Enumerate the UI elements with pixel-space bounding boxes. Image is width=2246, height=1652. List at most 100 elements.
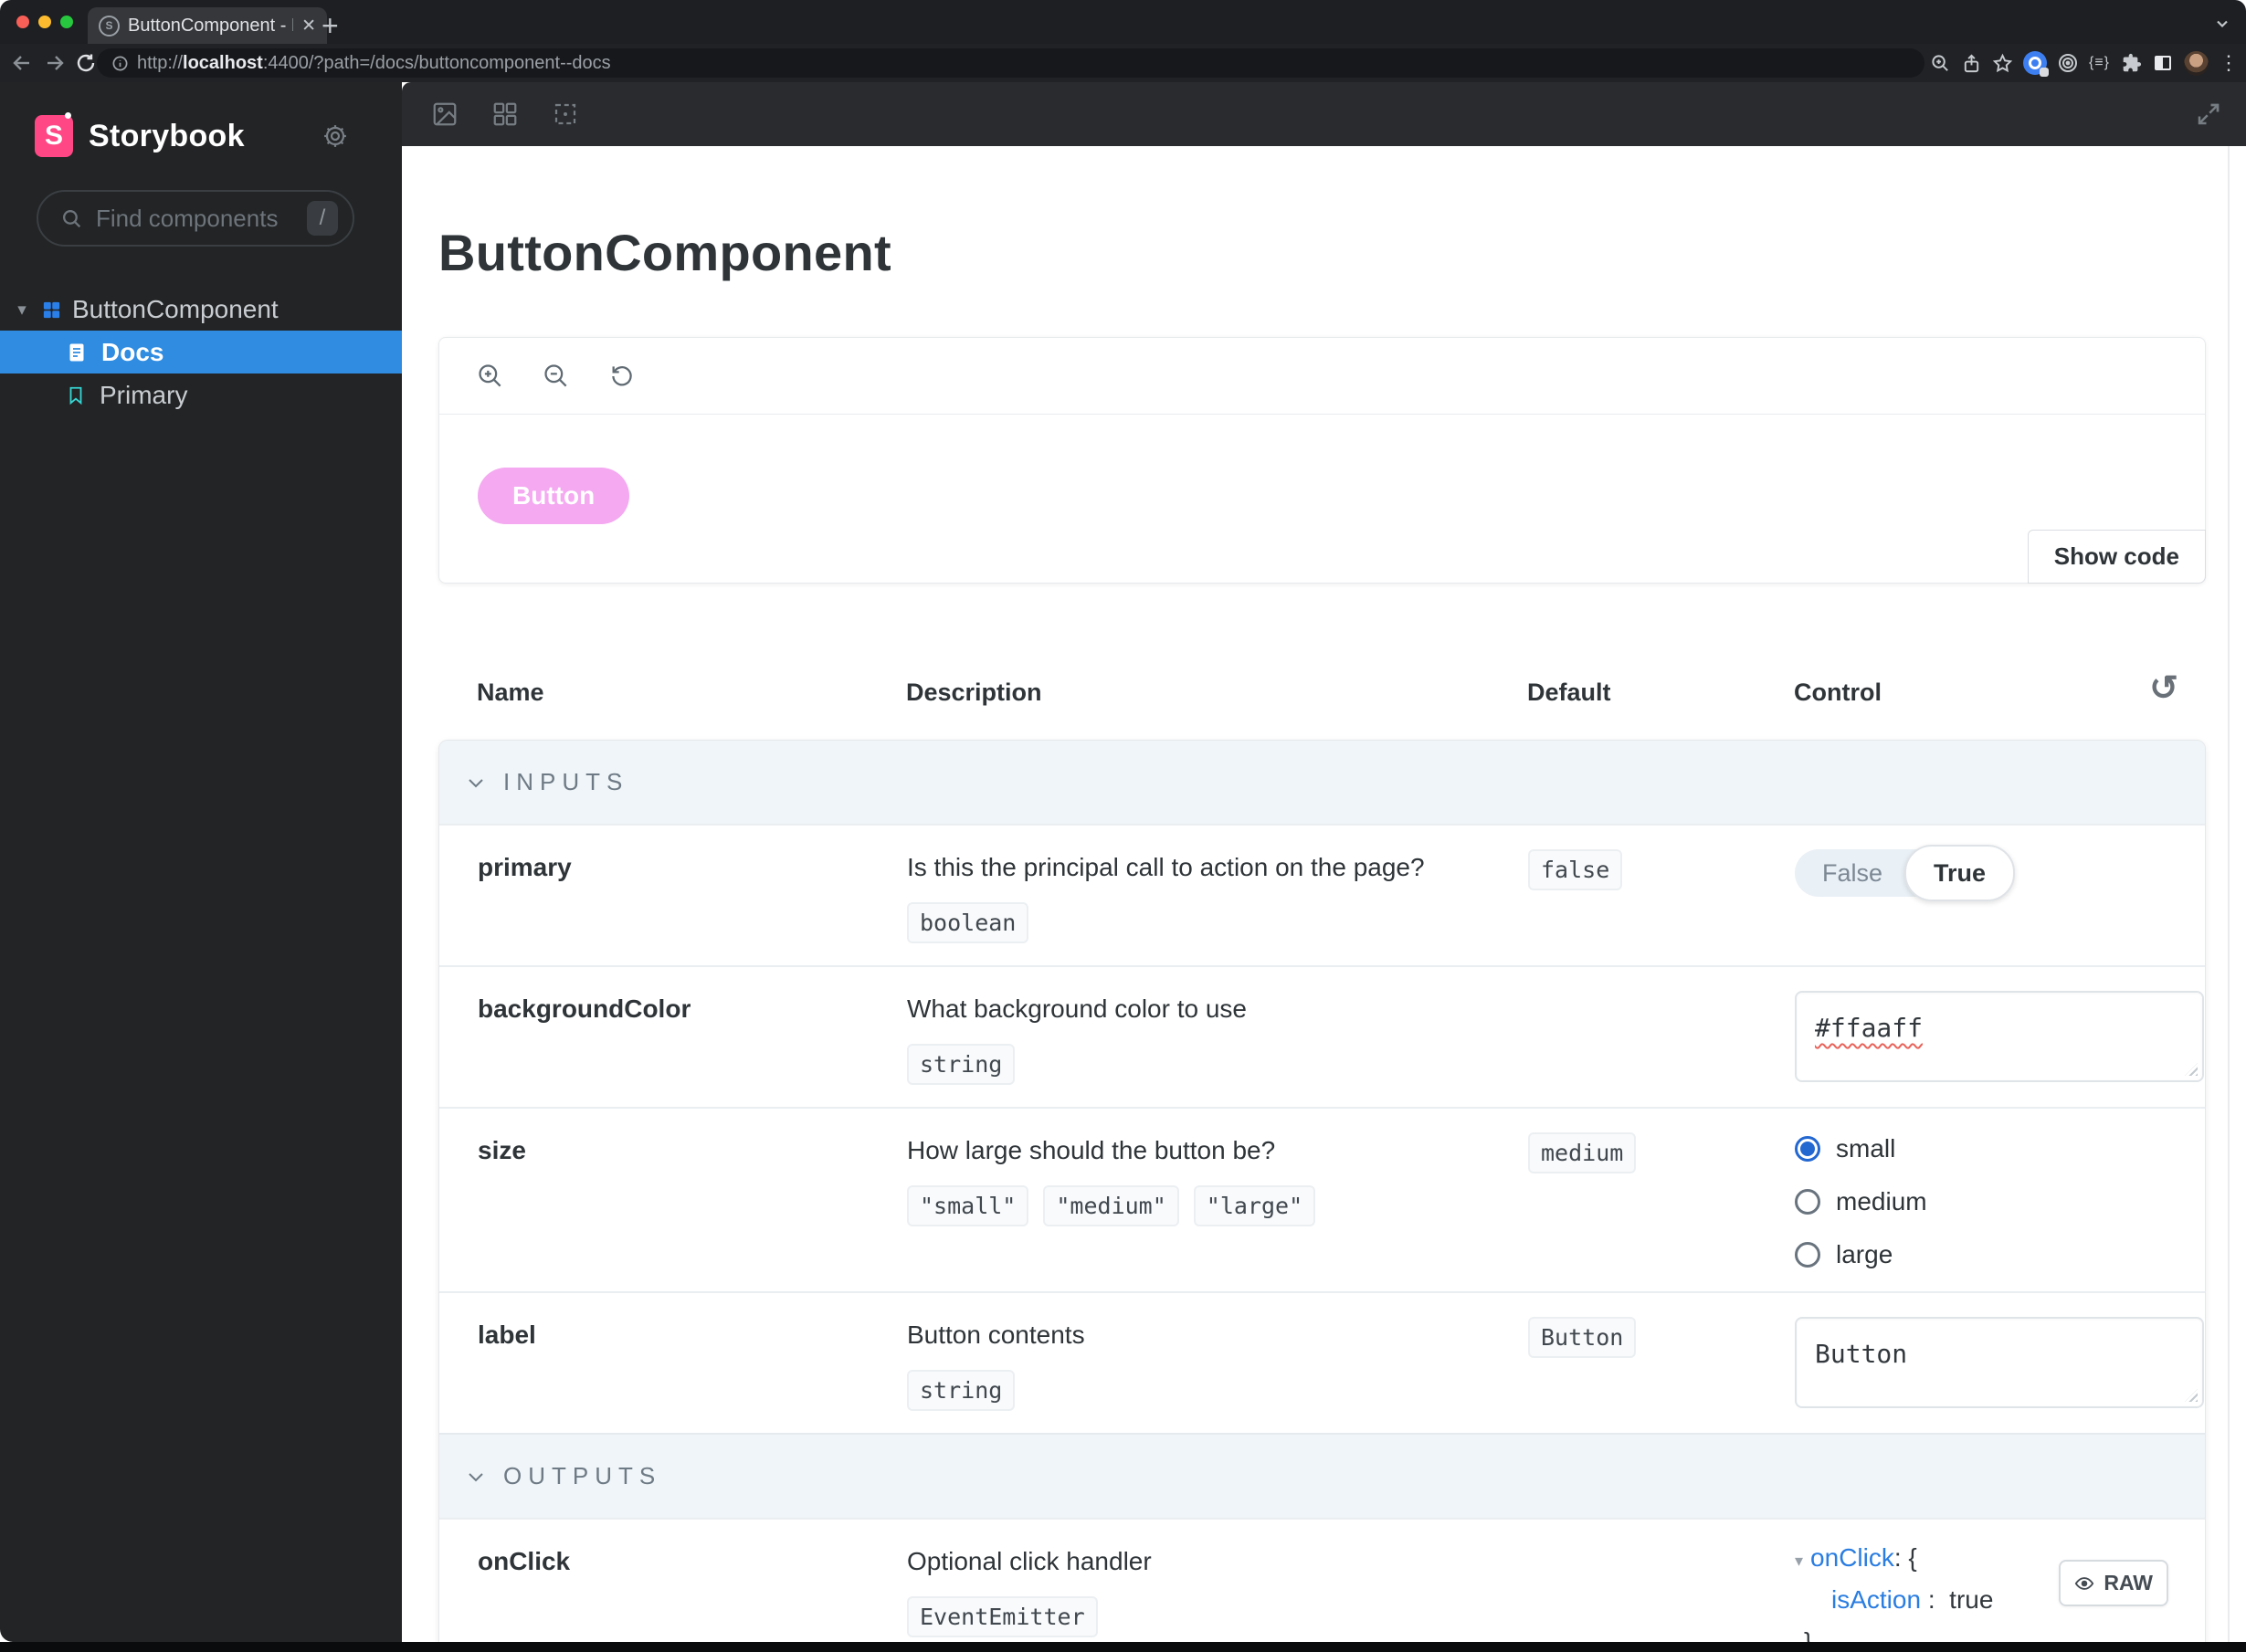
docs-content: ButtonComponent Button Show code Name De… (402, 146, 2246, 1642)
search-input[interactable]: Find components / (37, 190, 354, 247)
tab-search-chevron-icon[interactable] (2213, 15, 2231, 33)
forward-icon[interactable] (44, 52, 66, 74)
arg-description: Button contents (907, 1321, 1085, 1349)
window-zoom-button[interactable] (60, 16, 73, 28)
profile-avatar[interactable] (2184, 50, 2209, 76)
type-badge: "medium" (1043, 1185, 1179, 1226)
default-badge: Button (1528, 1317, 1637, 1358)
image-snapshot-icon[interactable] (431, 100, 459, 128)
screenshot-root: S ButtonComponent - Docs · Sto ✕ + http:… (0, 0, 2246, 1652)
password-manager-extension-icon[interactable] (2022, 51, 2049, 77)
sidebar-item-docs-selected[interactable]: Docs (0, 331, 402, 374)
radio-label: large (1836, 1240, 1893, 1268)
arg-description: Is this the principal call to action on … (907, 853, 1425, 881)
zoom-in-icon[interactable] (476, 362, 505, 391)
collapse-caret-icon[interactable]: ▾ (13, 300, 31, 321)
label-text-value: Button (1815, 1339, 1908, 1369)
measure-outline-icon[interactable] (552, 100, 579, 128)
zoom-out-icon[interactable] (542, 362, 571, 391)
radio-option-large[interactable]: large (1795, 1240, 2165, 1269)
main-panel: ButtonComponent Button Show code Name De… (402, 82, 2246, 1642)
column-header-default: Default (1527, 679, 1611, 706)
share-icon[interactable] (1961, 53, 1982, 74)
type-badge: boolean (907, 902, 1029, 943)
new-tab-button[interactable]: + (322, 7, 339, 44)
background-color-input[interactable]: #ffaaff (1795, 991, 2204, 1082)
boolean-toggle: False True (1795, 845, 2016, 901)
arg-row-primary: primary Is this the principal call to ac… (439, 824, 2205, 965)
extensions-puzzle-icon[interactable] (2120, 52, 2142, 74)
sidebar: S Storybook Find components / ▾ ButtonCo… (0, 82, 402, 1642)
fullscreen-expand-icon[interactable] (2195, 100, 2222, 128)
tree-child-key[interactable]: isAction (1831, 1587, 1921, 1613)
reset-controls-icon[interactable]: ↺ (2149, 671, 2178, 706)
storybook-logo-icon: S (35, 112, 73, 157)
tab-close-icon[interactable]: ✕ (301, 16, 316, 37)
chevron-down-icon (469, 1472, 483, 1481)
sidebar-item-primary[interactable]: Primary (0, 374, 402, 416)
settings-gear-icon[interactable] (322, 122, 349, 150)
arg-row-label: label Button contents string Button Butt… (439, 1291, 2205, 1433)
browser-tab[interactable]: S ButtonComponent - Docs · Sto ✕ (88, 7, 327, 44)
back-icon[interactable] (11, 52, 33, 74)
grid-toggle-icon[interactable] (491, 100, 519, 128)
reload-icon[interactable] (75, 52, 97, 74)
tree-open-brace: : { (1893, 1543, 1917, 1572)
args-table: Name Description Default Control ↺ INPUT… (438, 671, 2206, 1642)
brand-name: Storybook (89, 118, 245, 153)
sidebar-item-buttoncomponent[interactable]: ▾ ButtonComponent (0, 289, 402, 331)
chrome-toolbar-icons: {≡} ⋮ (1930, 48, 2239, 78)
toggle-false-option[interactable]: False (1795, 859, 1904, 888)
brand: S Storybook (35, 112, 245, 157)
search-icon (60, 207, 83, 230)
arg-name: label (478, 1321, 536, 1349)
address-bar[interactable]: http://localhost:4400/?path=/docs/button… (97, 48, 1924, 78)
args-table-header: Name Description Default Control ↺ (438, 671, 2206, 740)
site-info-icon[interactable] (111, 55, 129, 72)
arg-row-backgroundcolor: backgroundColor What background color to… (439, 965, 2205, 1107)
arg-description: How large should the button be? (907, 1136, 1276, 1164)
side-panel-icon[interactable] (2152, 52, 2174, 74)
story-preview-card: Button Show code (438, 337, 2206, 584)
search-placeholder: Find components (96, 204, 279, 232)
size-radio-group: small medium large (1795, 1132, 2165, 1269)
label-text-input[interactable]: Button (1795, 1317, 2204, 1408)
zoom-page-icon[interactable] (1930, 53, 1951, 74)
section-header-outputs[interactable]: OUTPUTS (439, 1433, 2205, 1518)
default-badge: medium (1528, 1132, 1637, 1173)
braces-extension-icon[interactable]: {≡} (2089, 55, 2110, 71)
show-code-button[interactable]: Show code (2027, 530, 2206, 584)
radio-option-small[interactable]: small (1795, 1134, 2165, 1163)
radio-label: small (1836, 1134, 1896, 1163)
toggle-true-option[interactable]: True (1904, 845, 2016, 901)
window-minimize-button[interactable] (38, 16, 51, 28)
section-header-inputs[interactable]: INPUTS (439, 741, 2205, 824)
section-label: OUTPUTS (503, 1462, 662, 1489)
demo-button[interactable]: Button (478, 468, 630, 524)
tree-separator: : (1921, 1585, 1950, 1614)
target-extension-icon[interactable] (2057, 52, 2079, 74)
raw-toggle-button[interactable]: RAW (2059, 1560, 2168, 1606)
tree-key[interactable]: onClick (1810, 1545, 1894, 1571)
bookmark-star-icon[interactable] (1992, 53, 2013, 74)
zoom-reset-icon[interactable] (607, 362, 637, 391)
radio-option-medium[interactable]: medium (1795, 1187, 2165, 1216)
default-badge: false (1528, 849, 1623, 890)
tree-caret-icon[interactable]: ▾ (1795, 1552, 1803, 1569)
arg-row-size: size How large should the button be? "sm… (439, 1107, 2205, 1291)
document-icon (66, 342, 88, 363)
window-controls (16, 16, 73, 28)
type-badge: EventEmitter (907, 1596, 1098, 1637)
storybook-favicon-icon: S (99, 15, 120, 37)
window-bottom-edge (0, 1642, 2246, 1652)
type-badge: string (907, 1370, 1016, 1411)
chrome-menu-icon[interactable]: ⋮ (2219, 51, 2239, 75)
storybook-app: S Storybook Find components / ▾ ButtonCo… (0, 82, 2246, 1642)
sidebar-item-label: Docs (101, 337, 164, 366)
tree-child-value: true (1949, 1585, 1994, 1614)
column-header-control: Control (1794, 679, 1882, 706)
section-label: INPUTS (503, 768, 629, 795)
window-close-button[interactable] (16, 16, 29, 28)
arg-name: onClick (478, 1547, 571, 1575)
chevron-down-icon (469, 778, 483, 787)
